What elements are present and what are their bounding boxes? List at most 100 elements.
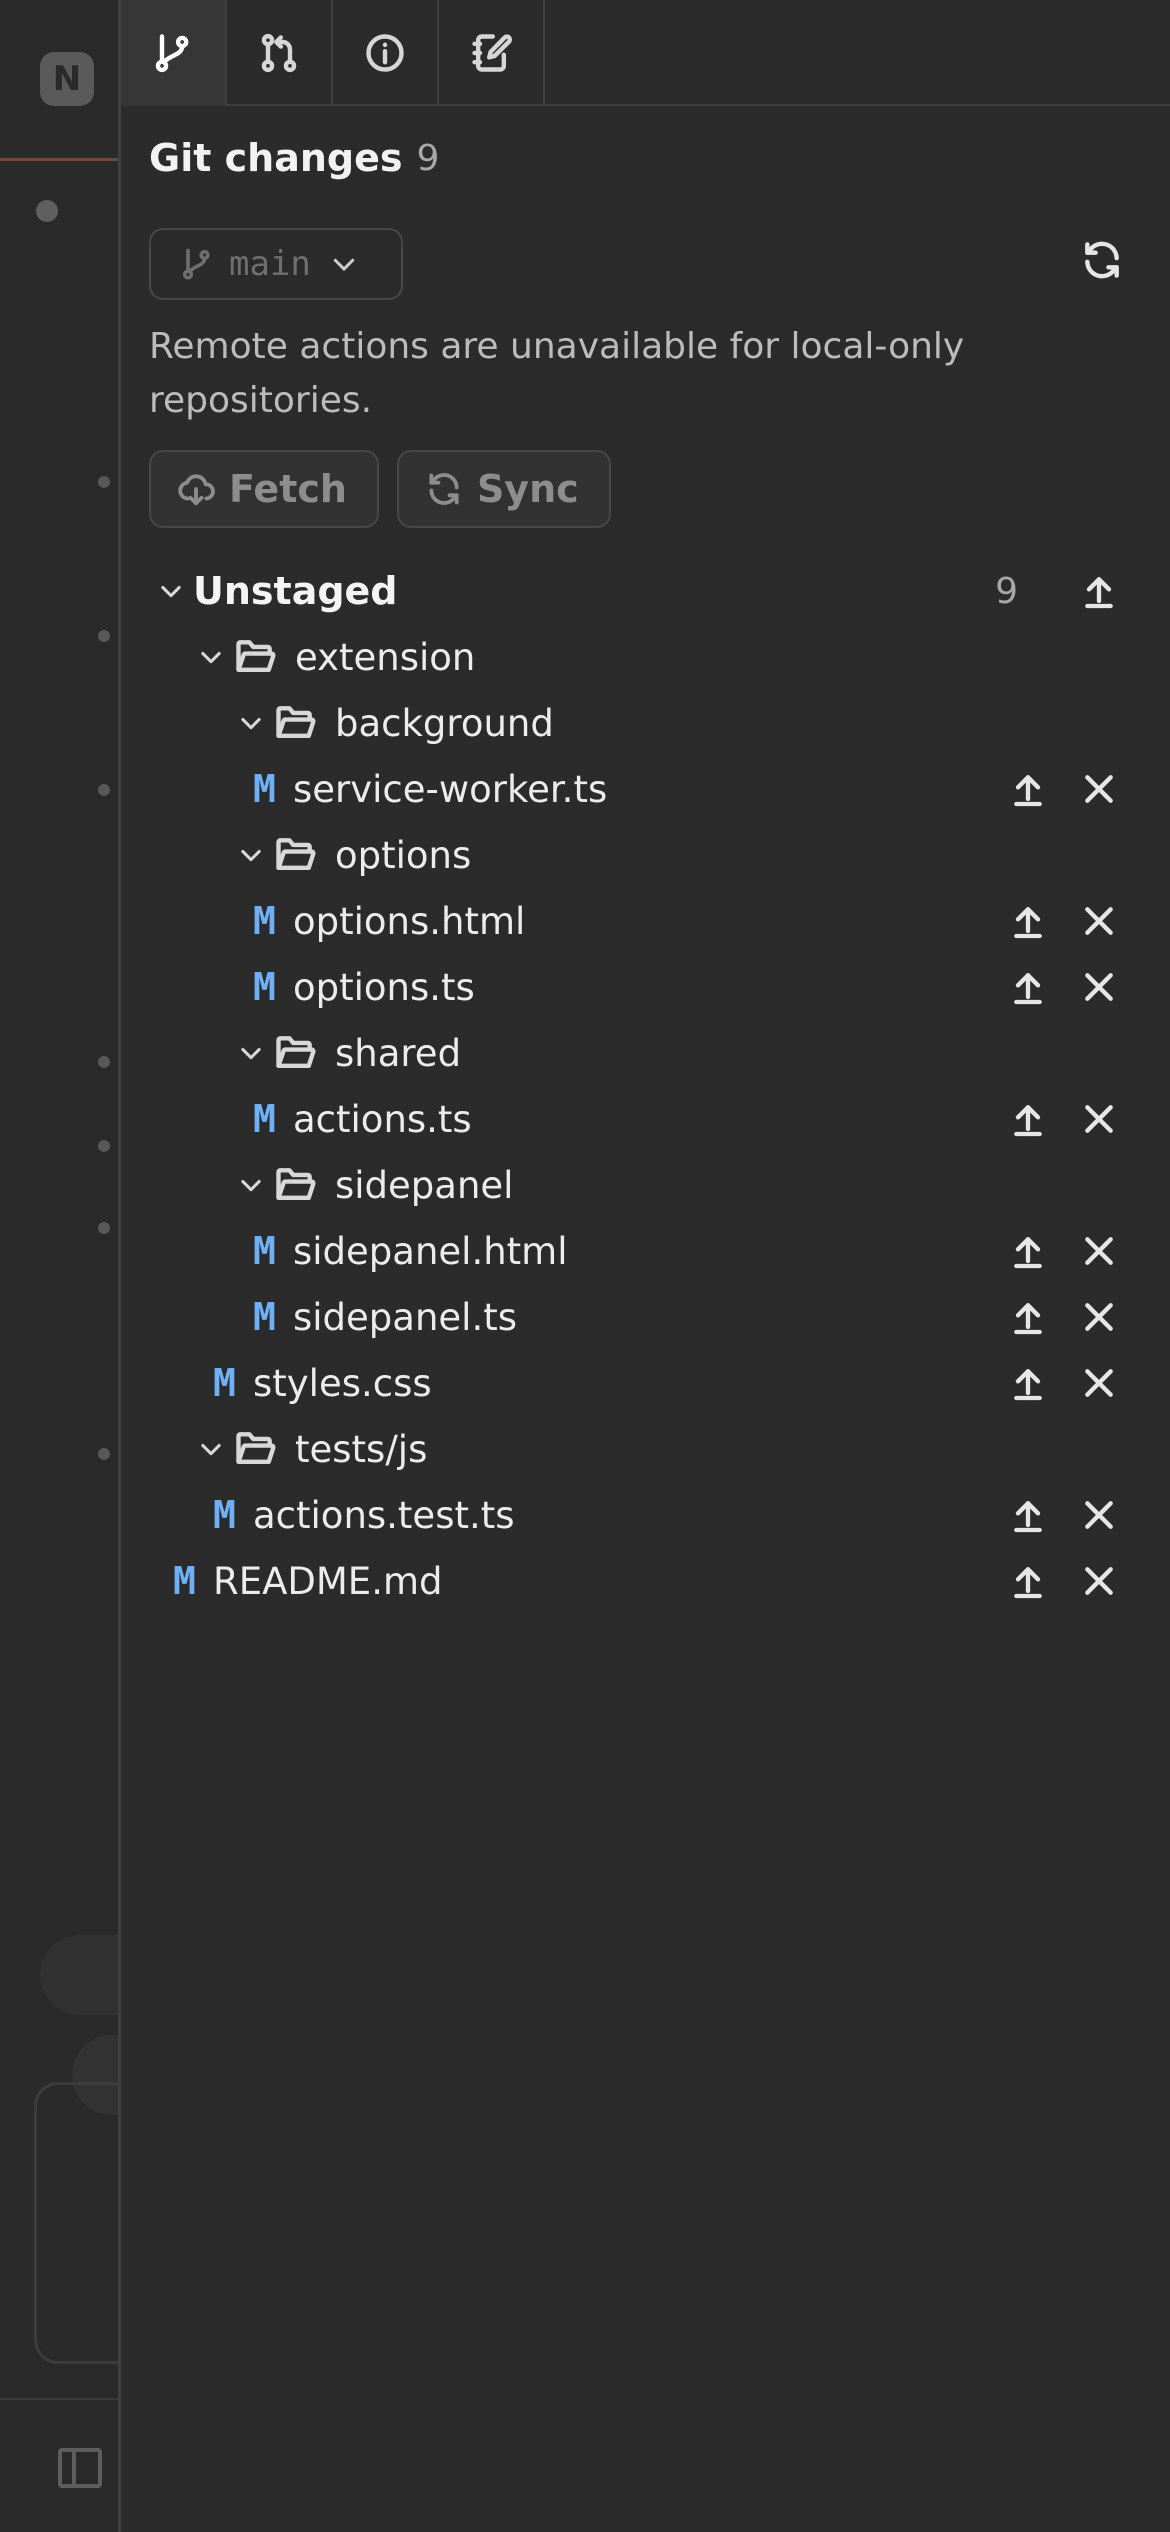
file-row[interactable]: M actions.ts: [149, 1086, 1142, 1152]
arrow-up-icon: [1014, 775, 1042, 807]
bullet: [98, 1140, 110, 1152]
arrow-up-icon: [1014, 1303, 1042, 1335]
modified-badge: M: [213, 1361, 236, 1405]
footer-divider: [0, 2398, 130, 2400]
app-logo: N: [40, 52, 94, 106]
refresh-button[interactable]: [1080, 238, 1124, 282]
status-dot: [36, 200, 58, 222]
close-icon: [1085, 1237, 1113, 1265]
tab-pull-requests[interactable]: [227, 0, 333, 106]
stage-file-button[interactable]: [1008, 1231, 1048, 1271]
tab-notes[interactable]: [439, 0, 545, 106]
close-icon: [1085, 1369, 1113, 1397]
sync-icon: [429, 473, 459, 505]
fetch-button[interactable]: Fetch: [149, 450, 379, 528]
file-row[interactable]: M README.md: [149, 1548, 1142, 1614]
folder-open-icon: [276, 706, 316, 739]
stage-file-button[interactable]: [1008, 901, 1048, 941]
folder-row[interactable]: tests/js: [149, 1416, 1142, 1482]
discard-file-button[interactable]: [1079, 1495, 1119, 1535]
discard-file-button[interactable]: [1079, 1099, 1119, 1139]
file-row[interactable]: M sidepanel.html: [149, 1218, 1142, 1284]
sync-button[interactable]: Sync: [396, 450, 611, 528]
close-icon: [1085, 1303, 1113, 1331]
modified-badge: M: [253, 1229, 276, 1273]
arrow-up-icon: [1014, 1105, 1042, 1137]
bullet: [98, 1448, 110, 1460]
chevron-down-icon: [241, 1047, 261, 1060]
stage-file-button[interactable]: [1008, 1363, 1048, 1403]
modified-badge: M: [213, 1493, 236, 1537]
file-label: README.md: [213, 1559, 443, 1603]
folder-label: tests/js: [295, 1427, 428, 1471]
file-label: sidepanel.ts: [293, 1295, 518, 1339]
modified-badge: M: [173, 1559, 196, 1603]
tab-git-changes[interactable]: [121, 0, 227, 106]
discard-file-button[interactable]: [1079, 1231, 1119, 1271]
bullet: [98, 1056, 110, 1068]
folder-row[interactable]: extension: [149, 624, 1142, 690]
stage-all-button[interactable]: [1079, 571, 1119, 611]
folder-row[interactable]: sidepanel: [149, 1152, 1142, 1218]
folder-row[interactable]: background: [149, 690, 1142, 756]
chevron-down-icon: [241, 717, 261, 730]
stage-file-button[interactable]: [1008, 967, 1048, 1007]
modified-badge: M: [253, 1097, 276, 1141]
unstaged-section[interactable]: Unstaged 9: [149, 558, 1142, 624]
discard-file-button[interactable]: [1079, 1363, 1119, 1403]
folder-open-icon: [236, 640, 276, 673]
modified-badge: M: [253, 1295, 276, 1339]
info-icon: [366, 34, 404, 72]
file-row[interactable]: M actions.test.ts: [149, 1482, 1142, 1548]
file-row[interactable]: M sidepanel.ts: [149, 1284, 1142, 1350]
git-changes-panel: Git changes 9 main Remote actions are un…: [121, 108, 1170, 1614]
refresh-icon: [1085, 241, 1119, 279]
close-icon: [1085, 973, 1113, 1001]
discard-file-button[interactable]: [1079, 901, 1119, 941]
git-pull-request-icon: [261, 33, 297, 73]
stage-file-button[interactable]: [1008, 1099, 1048, 1139]
file-row[interactable]: M options.html: [149, 888, 1142, 954]
discard-file-button[interactable]: [1079, 1561, 1119, 1601]
folder-open-icon: [276, 1168, 316, 1201]
section-count: 9: [995, 570, 1018, 612]
bullet: [98, 784, 110, 796]
drawer-tabbar: [121, 0, 1170, 106]
file-row[interactable]: M styles.css: [149, 1350, 1142, 1416]
remote-notice: Remote actions are unavailable for local…: [149, 326, 965, 421]
file-row[interactable]: M options.ts: [149, 954, 1142, 1020]
chevron-down-icon: [333, 258, 355, 272]
close-icon: [1085, 1567, 1113, 1595]
folder-label: options: [335, 833, 472, 877]
arrow-up-icon: [1085, 577, 1113, 609]
tab-info[interactable]: [333, 0, 439, 106]
git-drawer: Git changes 9 main Remote actions are un…: [118, 0, 1170, 2532]
modified-badge: M: [253, 767, 276, 811]
bullet: [98, 1222, 110, 1234]
modified-badge: M: [253, 965, 276, 1009]
git-branch-icon: [182, 248, 210, 280]
chevron-down-icon: [241, 1179, 261, 1192]
bullet: [98, 476, 110, 488]
header-divider: [0, 158, 130, 161]
discard-file-button[interactable]: [1079, 769, 1119, 809]
folder-row[interactable]: options: [149, 822, 1142, 888]
stage-file-button[interactable]: [1008, 1297, 1048, 1337]
stage-file-button[interactable]: [1008, 769, 1048, 809]
arrow-up-icon: [1014, 1237, 1042, 1269]
discard-file-button[interactable]: [1079, 1297, 1119, 1337]
file-row[interactable]: M service-worker.ts: [149, 756, 1142, 822]
folder-label: background: [335, 701, 554, 745]
discard-file-button[interactable]: [1079, 967, 1119, 1007]
chevron-down-icon: [241, 849, 261, 862]
stage-file-button[interactable]: [1008, 1561, 1048, 1601]
file-label: actions.ts: [293, 1097, 472, 1141]
close-icon: [1085, 775, 1113, 803]
branch-selector[interactable]: main: [149, 228, 403, 300]
stage-file-button[interactable]: [1008, 1495, 1048, 1535]
folder-open-icon: [276, 1036, 316, 1069]
file-label: styles.css: [253, 1361, 432, 1405]
branch-name: main: [229, 244, 311, 284]
folder-label: sidepanel: [335, 1163, 514, 1207]
folder-row[interactable]: shared: [149, 1020, 1142, 1086]
